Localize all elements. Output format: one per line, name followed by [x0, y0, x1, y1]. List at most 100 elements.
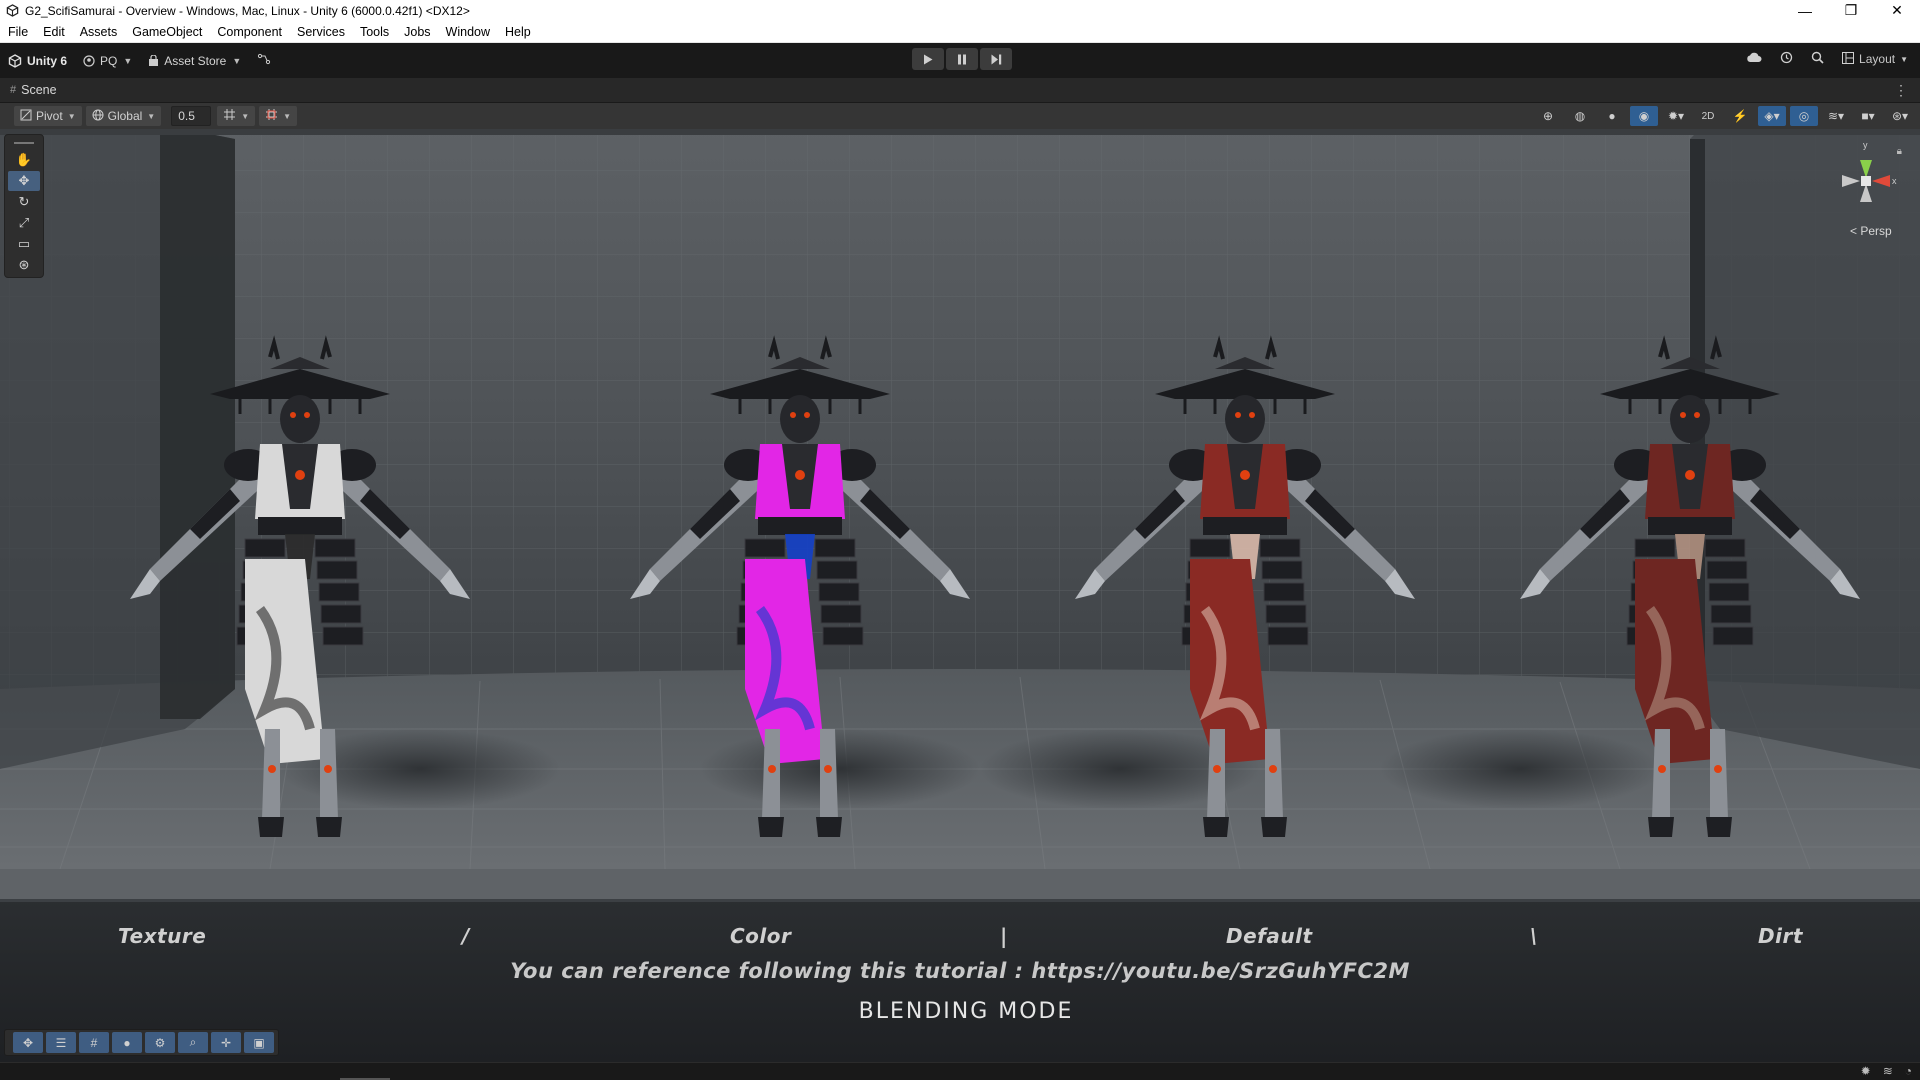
pan-icon[interactable]: ✛	[211, 1032, 241, 1053]
menu-services[interactable]: Services	[297, 25, 345, 39]
cloud-icon[interactable]	[1746, 52, 1762, 66]
wireframe-shading-icon[interactable]: ◍	[1566, 106, 1594, 126]
asset-store-dropdown[interactable]: Asset Store ▼	[140, 49, 249, 73]
snap-grid-icon	[223, 108, 236, 124]
audio-toggle-icon[interactable]: ⚡	[1726, 106, 1754, 126]
menu-file[interactable]: File	[8, 25, 28, 39]
align-icon[interactable]: ☰	[46, 1032, 76, 1053]
sphere-icon[interactable]: ●	[112, 1032, 142, 1053]
sign-label-separator-3: \	[1530, 924, 1538, 948]
global-label: Global	[107, 109, 143, 123]
menu-edit[interactable]: Edit	[43, 25, 65, 39]
global-dropdown[interactable]: Global ▼	[85, 106, 162, 126]
layout-icon	[1842, 51, 1855, 67]
sign-label-separator-1: /	[462, 924, 470, 948]
scene-viewport[interactable]	[0, 129, 1920, 1062]
gizmo-y-label: y	[1863, 140, 1868, 150]
grid-visibility-dropdown[interactable]: ▼	[259, 106, 298, 126]
menu-jobs[interactable]: Jobs	[404, 25, 430, 39]
camera-icon[interactable]: ▣	[244, 1032, 274, 1053]
scale-tool-icon[interactable]: ⤢	[8, 213, 40, 233]
orientation-icon[interactable]: ⊕	[1534, 106, 1562, 126]
layout-label: Layout	[1859, 52, 1896, 66]
lock-icon[interactable]: 🔒︎	[1897, 146, 1902, 157]
grid-snap-dropdown[interactable]: ▼	[217, 106, 256, 126]
more-options-icon[interactable]: ⋮	[1894, 82, 1908, 99]
globe-icon	[92, 109, 104, 124]
pq-dropdown[interactable]: PQ ▼	[75, 49, 140, 73]
scene-tab-bar: # Scene ⋮	[0, 78, 1920, 103]
status-bar: ✹ ≋ ◔	[0, 1062, 1920, 1080]
bug-icon[interactable]: ✹	[1861, 1064, 1871, 1078]
play-button[interactable]	[912, 48, 944, 70]
menu-tools[interactable]: Tools	[360, 25, 389, 39]
pivot-dropdown[interactable]: Pivot ▼	[14, 106, 82, 126]
history-icon[interactable]	[1780, 51, 1793, 67]
navigation-icon[interactable]: ⚙	[145, 1032, 175, 1053]
rotate-tool-icon[interactable]: ↻	[8, 192, 40, 212]
unity-app-icon	[5, 4, 19, 18]
grid-icon[interactable]: #	[79, 1032, 109, 1053]
layers-dropdown-icon[interactable]: ≋▾	[1822, 106, 1850, 126]
scene-visibility-icon[interactable]: ◎	[1790, 106, 1818, 126]
move-snap-icon[interactable]: ✥	[13, 1032, 43, 1053]
minimize-button[interactable]: —	[1782, 0, 1828, 21]
step-button[interactable]	[980, 48, 1012, 70]
tab-scene[interactable]: # Scene	[0, 78, 67, 103]
camera-dropdown-icon[interactable]: ■▾	[1854, 106, 1882, 126]
grid-snap-field[interactable]: 0.5	[171, 106, 212, 126]
pause-button[interactable]	[946, 48, 978, 70]
pivot-icon	[20, 109, 32, 124]
account-label: Unity 6	[27, 53, 68, 68]
close-button[interactable]: ✕	[1874, 0, 1920, 21]
menu-window[interactable]: Window	[446, 25, 490, 39]
sync-status-icon[interactable]: ◔	[1905, 1064, 1912, 1078]
menu-help[interactable]: Help	[505, 25, 531, 39]
chevron-down-icon: ▼	[147, 111, 156, 121]
persp-label[interactable]: < Persp	[1850, 224, 1892, 238]
move-tool-icon[interactable]: ✥	[8, 171, 40, 191]
asset-store-label: Asset Store	[164, 53, 227, 68]
chevron-down-icon: ▼	[67, 111, 76, 121]
scene-render	[0, 129, 1920, 1062]
maximize-button[interactable]: ❐	[1828, 0, 1874, 21]
tools-overlay: ✋ ✥ ↻ ⤢ ▭ ⊛	[4, 134, 44, 278]
account-button[interactable]: Unity 6	[0, 49, 75, 73]
menu-assets[interactable]: Assets	[80, 25, 118, 39]
scene-grid-icon: #	[10, 84, 17, 96]
search-icon[interactable]	[1811, 51, 1824, 67]
chevron-down-icon: ▼	[1900, 54, 1908, 64]
chevron-down-icon: ▼	[232, 55, 242, 66]
blending-mode-title: BLENDING MODE	[858, 999, 1074, 1024]
shaded-icon[interactable]: ●	[1598, 106, 1626, 126]
window-titlebar: G2_ScifiSamurai - Overview - Windows, Ma…	[0, 0, 1920, 21]
layout-dropdown[interactable]: Layout ▼	[1842, 51, 1908, 67]
grid-visibility-icon	[265, 108, 278, 124]
pq-label: PQ	[100, 53, 118, 68]
sign-label-separator-2: |	[1000, 924, 1008, 948]
gizmo-x-label: x	[1892, 176, 1897, 186]
overlay-grip[interactable]	[14, 142, 34, 144]
sign-label-default: Default	[1226, 924, 1313, 948]
gizmos-dropdown-icon[interactable]: ⊛▾	[1886, 106, 1914, 126]
sign-label-dirt: Dirt	[1758, 924, 1803, 948]
menu-gameobject[interactable]: GameObject	[132, 25, 202, 39]
sign-label-texture: Texture	[118, 924, 207, 948]
zoom-icon[interactable]: ⌕	[178, 1032, 208, 1053]
shaded-wireframe-icon[interactable]: ◉	[1630, 106, 1658, 126]
version-control-button[interactable]	[249, 49, 279, 73]
orientation-gizmo[interactable]: y x 🔒︎ < Persp	[1832, 138, 1902, 238]
rect-tool-icon[interactable]: ▭	[8, 234, 40, 254]
sign-label-color: Color	[730, 924, 792, 948]
menu-component[interactable]: Component	[217, 25, 282, 39]
layers-icon[interactable]: ≋	[1883, 1064, 1893, 1078]
2d-toggle-icon[interactable]: 2D	[1694, 106, 1722, 126]
effects-dropdown-icon[interactable]: ◈▾	[1758, 106, 1786, 126]
tutorial-text: You can reference following this tutoria…	[510, 959, 1410, 983]
lighting-dropdown-icon[interactable]: ✹▾	[1662, 106, 1690, 126]
pivot-label: Pivot	[36, 109, 63, 123]
bottom-overlay-toolbar: ✥ ☰ # ● ⚙ ⌕ ✛ ▣	[4, 1029, 279, 1056]
hand-tool-icon[interactable]: ✋	[8, 150, 40, 170]
transform-tool-icon[interactable]: ⊛	[8, 255, 40, 275]
main-toolbar: Unity 6 PQ ▼ Asset Store ▼ Layout ▼	[0, 43, 1920, 78]
